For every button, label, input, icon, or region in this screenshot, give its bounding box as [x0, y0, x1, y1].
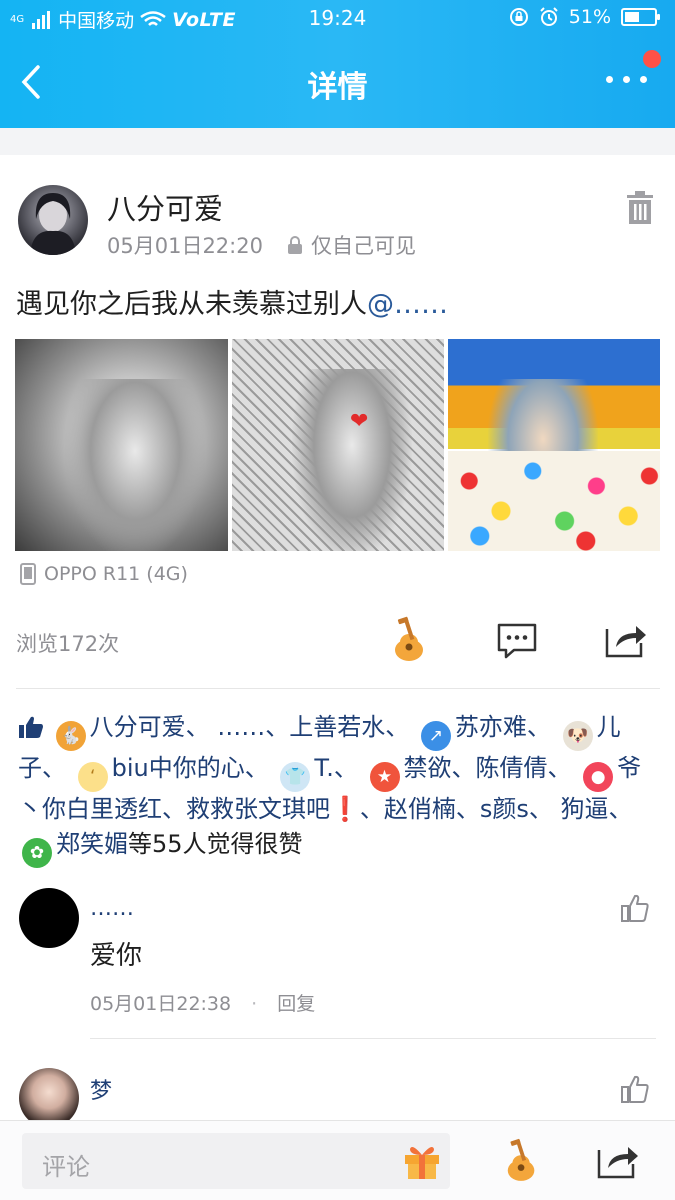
- liker-avatar-7[interactable]: 👕: [280, 762, 311, 792]
- liker-14[interactable]: 狗逼、: [561, 795, 633, 823]
- gift-icon[interactable]: [402, 1141, 442, 1181]
- avatar[interactable]: [18, 185, 88, 255]
- separator-dot: ·: [251, 993, 258, 1015]
- liker-15[interactable]: 郑笑媚: [56, 830, 128, 858]
- liker-1[interactable]: 八分可爱、: [90, 713, 210, 741]
- liker-avatar-8[interactable]: ★: [369, 762, 400, 792]
- battery-icon: [621, 8, 660, 26]
- comment-author-1[interactable]: ……: [90, 896, 134, 921]
- battery-percent: 51%: [568, 6, 611, 28]
- guitar-icon[interactable]: [390, 616, 430, 662]
- photo-1[interactable]: [15, 339, 228, 551]
- liker-3[interactable]: 上善若水、: [289, 713, 409, 741]
- post-mention[interactable]: @……: [367, 289, 448, 320]
- privacy-text: 仅自己可见: [310, 234, 416, 258]
- ball-pit: [448, 451, 660, 551]
- liker-13[interactable]: s颜s、: [480, 795, 553, 823]
- device-name: OPPO R11 (4G): [44, 563, 188, 585]
- header: 4G 中国移动 VoLTE 19:24 51% 详情: [0, 0, 675, 128]
- page: 4G 中国移动 VoLTE 19:24 51% 详情 八分可爱 05月01日22…: [0, 0, 675, 1200]
- liker-6[interactable]: biu中你的心、: [112, 754, 269, 782]
- divider-1: [16, 688, 660, 689]
- nav-bar: 详情: [0, 36, 675, 128]
- privacy-label: 仅自己可见: [287, 230, 416, 260]
- more-dots-icon[interactable]: [606, 76, 647, 83]
- post-text: 遇见你之后我从未羡慕过别人@……: [16, 282, 448, 321]
- thumbs-up-icon[interactable]: [620, 893, 650, 923]
- likes-section: 🐇 八分可爱、 ……、上善若水、 ↗ 苏亦难、 🐶 儿子、 ʻ biu中你的心、 👕 T.…: [18, 710, 658, 868]
- liker-avatar-1[interactable]: 🐇: [55, 721, 86, 751]
- heart-sticker-icon: ❤: [350, 409, 369, 434]
- comment-text-1: 爱你: [90, 941, 143, 971]
- liker-avatar-6[interactable]: ʻ: [77, 762, 108, 792]
- alarm-icon: [540, 7, 558, 26]
- liker-avatar-5[interactable]: 🐶: [562, 721, 593, 751]
- guitar-icon[interactable]: [503, 1137, 541, 1183]
- lock-icon: [287, 236, 302, 254]
- notification-badge: [643, 50, 661, 68]
- share-icon[interactable]: [596, 1142, 640, 1180]
- likes-suffix: 等55人觉得很赞: [128, 830, 303, 858]
- liker-4[interactable]: 苏亦难、: [455, 713, 551, 741]
- comment-placeholder: 评论: [42, 1153, 90, 1181]
- phone-icon: [20, 563, 36, 585]
- rotation-lock-icon: [509, 8, 528, 26]
- divider-2: [90, 1038, 656, 1039]
- reply-button[interactable]: 回复: [277, 993, 315, 1015]
- photo-2-subject: [292, 369, 412, 551]
- thumbs-up-filled-icon: [19, 716, 43, 738]
- comment-avatar-1[interactable]: [19, 888, 79, 948]
- post-username[interactable]: 八分可爱: [107, 186, 223, 228]
- status-bar: 4G 中国移动 VoLTE 19:24 51%: [0, 0, 675, 36]
- liker-8[interactable]: 禁欲、: [404, 754, 476, 782]
- comment-icon[interactable]: [496, 622, 538, 660]
- liker-7[interactable]: T.、: [314, 754, 357, 782]
- post-body: 遇见你之后我从未羡慕过别人: [16, 289, 367, 320]
- comment-timestamp-1: 05月01日22:38: [90, 993, 232, 1015]
- liker-2[interactable]: ……、: [217, 713, 289, 741]
- share-icon[interactable]: [604, 621, 648, 659]
- liker-avatar-10[interactable]: ●: [583, 762, 614, 792]
- battery-fill: [625, 12, 639, 22]
- post-timestamp: 05月01日22:20: [107, 234, 263, 258]
- photo-1-subject: [65, 379, 205, 551]
- liker-avatar-4[interactable]: ↗: [420, 721, 451, 751]
- trash-icon[interactable]: [625, 190, 655, 226]
- status-right: 51%: [509, 6, 660, 28]
- section-gap: [0, 128, 675, 155]
- avatar-image: [30, 193, 76, 255]
- liker-avatar-15[interactable]: ✿: [22, 838, 52, 868]
- photo-3[interactable]: [448, 339, 660, 551]
- view-count: 浏览172次: [16, 632, 120, 656]
- comment-input[interactable]: 评论: [22, 1133, 450, 1189]
- thumbs-up-icon[interactable]: [620, 1074, 650, 1104]
- liker-12[interactable]: 、赵俏楠、: [360, 795, 480, 823]
- exclamation-emoji: ❗: [330, 795, 360, 823]
- bottom-bar: 评论: [0, 1120, 675, 1200]
- comment-avatar-2[interactable]: [19, 1068, 79, 1128]
- comment-time-1: 05月01日22:38 · 回复: [90, 989, 315, 1016]
- page-title: 详情: [307, 70, 368, 105]
- liker-11[interactable]: 救救张文琪吧: [186, 795, 330, 823]
- liker-9[interactable]: 陈倩倩、: [476, 754, 572, 782]
- post-meta: 05月01日22:20 仅自己可见: [107, 230, 416, 260]
- comment-author-2[interactable]: 梦: [90, 1073, 112, 1105]
- device-label: OPPO R11 (4G): [20, 563, 188, 585]
- photo-2[interactable]: ❤: [232, 339, 444, 551]
